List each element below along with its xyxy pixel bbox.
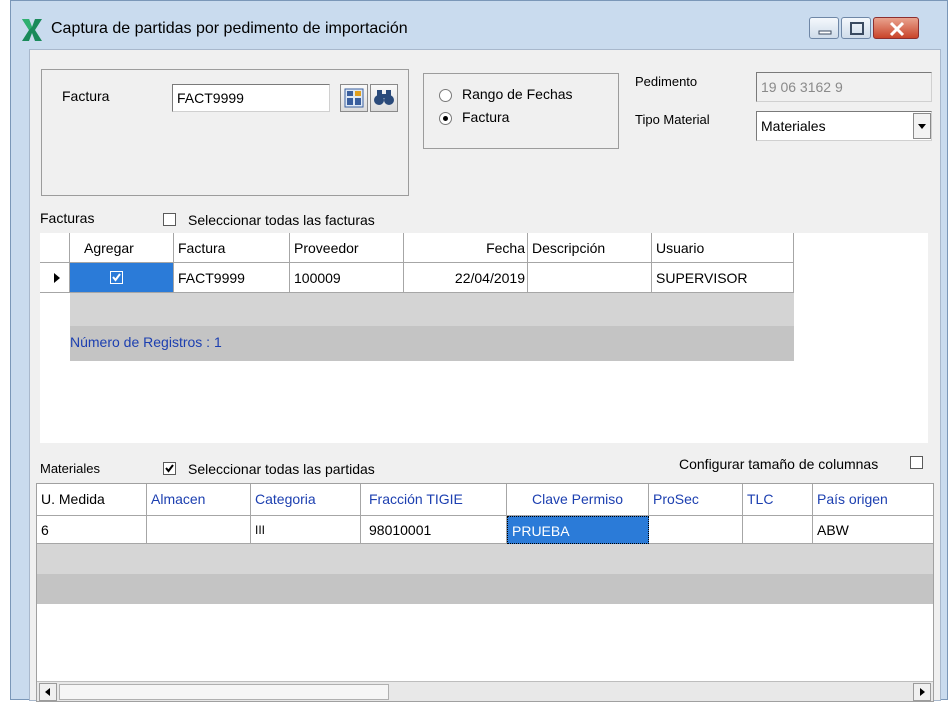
- client-area: Factura FACT9999 Rango de Fechas Factura…: [29, 49, 941, 702]
- close-icon: [889, 21, 905, 37]
- table-row-tlc[interactable]: [743, 516, 813, 544]
- calculator-icon: [344, 88, 364, 108]
- materiales-section-label: Materiales: [40, 461, 100, 476]
- factura-radio[interactable]: [439, 112, 452, 125]
- materiales-grid: U. Medida Almacen Categoria Fracción TIG…: [36, 483, 934, 702]
- calculator-button[interactable]: [340, 84, 368, 112]
- chevron-down-icon: [918, 124, 926, 129]
- col-tlc[interactable]: TLC: [743, 484, 813, 516]
- table-row-categoria[interactable]: III: [251, 516, 361, 544]
- agregar-checkbox[interactable]: [110, 271, 123, 284]
- rango-fechas-radio[interactable]: [439, 89, 452, 102]
- checkmark-icon: [112, 273, 121, 282]
- table-row-factura[interactable]: FACT9999: [174, 263, 290, 293]
- maximize-icon: [850, 22, 864, 35]
- table-row-prosec[interactable]: [649, 516, 743, 544]
- col-usuario[interactable]: Usuario: [652, 233, 794, 263]
- maximize-button[interactable]: [841, 17, 871, 39]
- minimize-icon: [818, 30, 832, 35]
- pedimento-label: Pedimento: [635, 74, 698, 89]
- col-fraccion-tigie[interactable]: Fracción TIGIE: [361, 484, 507, 516]
- col-clave-permiso[interactable]: Clave Permiso: [507, 484, 649, 516]
- app-window: Captura de partidas por pedimento de imp…: [10, 0, 948, 702]
- horizontal-scrollbar[interactable]: [37, 681, 933, 701]
- factura-input[interactable]: FACT9999: [172, 84, 330, 112]
- table-row-almacen[interactable]: [147, 516, 251, 544]
- col-agregar[interactable]: Agregar: [70, 233, 174, 263]
- col-pais-origen[interactable]: País origen: [813, 484, 933, 516]
- grid-empty-band: [70, 293, 794, 326]
- col-prosec[interactable]: ProSec: [649, 484, 743, 516]
- row-pointer-icon: [54, 273, 60, 283]
- x-logo-icon: [22, 19, 42, 41]
- grid-empty-band: [37, 544, 933, 574]
- record-count-text: Número de Registros : 1: [70, 334, 222, 350]
- configure-columns-label: Configurar tamaño de columnas: [679, 456, 879, 472]
- table-row-proveedor[interactable]: 100009: [290, 263, 404, 293]
- current-row-indicator: [40, 263, 70, 293]
- col-u-medida[interactable]: U. Medida: [37, 484, 147, 516]
- table-row-fecha[interactable]: 22/04/2019: [404, 263, 528, 293]
- search-button[interactable]: [370, 84, 398, 112]
- table-row-usuario[interactable]: SUPERVISOR: [652, 263, 794, 293]
- scroll-left-button[interactable]: [39, 683, 57, 701]
- arrow-right-icon: [920, 688, 925, 696]
- col-factura[interactable]: Factura: [174, 233, 290, 263]
- factura-radio-label: Factura: [462, 109, 510, 125]
- select-all-facturas-label: Seleccionar todas las facturas: [188, 212, 375, 228]
- scroll-right-button[interactable]: [913, 683, 931, 701]
- pedimento-field: 19 06 3162 9: [756, 72, 932, 102]
- configure-columns-checkbox[interactable]: [910, 456, 923, 469]
- arrow-left-icon: [45, 688, 50, 696]
- tipo-material-dropdown-button[interactable]: [913, 113, 931, 139]
- col-descripcion[interactable]: Descripción: [528, 233, 652, 263]
- scroll-thumb[interactable]: [59, 684, 389, 700]
- filter-mode-group: [423, 73, 619, 149]
- binoculars-icon: [374, 90, 394, 105]
- select-all-partidas-checkbox[interactable]: [163, 462, 176, 475]
- record-count-bar: Número de Registros : 1: [70, 326, 794, 361]
- rango-fechas-label: Rango de Fechas: [462, 86, 573, 102]
- facturas-grid: Agregar Factura Proveedor Fecha Descripc…: [40, 233, 928, 443]
- select-all-partidas-label: Seleccionar todas las partidas: [188, 461, 375, 477]
- select-all-facturas-checkbox[interactable]: [163, 213, 176, 226]
- row-indicator-header: [40, 233, 70, 263]
- col-fecha[interactable]: Fecha: [404, 233, 528, 263]
- table-row-fraccion[interactable]: 98010001: [361, 516, 507, 544]
- grid-footer-band: [37, 574, 933, 604]
- table-row-agregar-cell[interactable]: [70, 263, 174, 293]
- table-row-descripcion[interactable]: [528, 263, 652, 293]
- table-row-clave-permiso[interactable]: PRUEBA: [507, 516, 649, 544]
- title-bar[interactable]: Captura de partidas por pedimento de imp…: [11, 1, 948, 49]
- col-almacen[interactable]: Almacen: [147, 484, 251, 516]
- facturas-section-label: Facturas: [40, 210, 95, 226]
- factura-label: Factura: [62, 88, 110, 104]
- tipo-material-label: Tipo Material: [635, 112, 710, 127]
- table-row-u-medida[interactable]: 6: [37, 516, 147, 544]
- tipo-material-select[interactable]: Materiales: [756, 111, 932, 141]
- checkmark-icon: [165, 464, 174, 473]
- window-title: Captura de partidas por pedimento de imp…: [51, 20, 408, 37]
- close-button[interactable]: [873, 17, 919, 39]
- table-row-pais-origen[interactable]: ABW: [813, 516, 933, 544]
- minimize-button[interactable]: [809, 17, 839, 39]
- tipo-material-value: Materiales: [761, 118, 826, 134]
- col-categoria[interactable]: Categoria: [251, 484, 361, 516]
- col-proveedor[interactable]: Proveedor: [290, 233, 404, 263]
